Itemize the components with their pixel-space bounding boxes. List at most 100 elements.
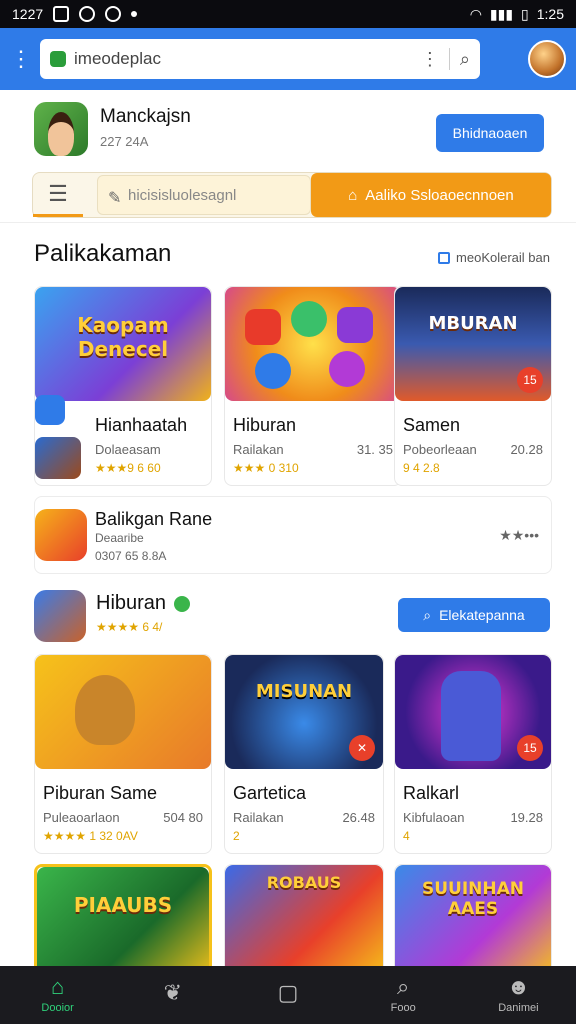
developer-name: Manckajsn [100,106,191,127]
featured-app-meta: 0307 65 8.8A [95,549,167,563]
search-icon[interactable]: ⌕ [460,49,470,70]
app-icon [35,437,81,479]
chat-icon [35,395,65,425]
featured-app-row[interactable]: Balikgan Rane Deaaribe 0307 65 8.8A ★★••… [34,496,552,574]
tab-active[interactable]: ⌂ Aaliko Ssloaoecnnoen [311,173,551,217]
tab-secondary[interactable]: ✎ hicisisluolesagnl [97,175,311,215]
app-card[interactable]: SUUINHAN AAES [394,864,552,966]
app-size: 20.28 [510,442,543,457]
app-size: 31. 35 [356,442,393,457]
nav-games[interactable]: ❦ [115,966,230,1024]
person-icon: ☻ [506,974,530,999]
app-card[interactable]: MBURAN 15 Samen Pobeorleaan 20.28 9 4 2.… [394,286,552,486]
app-size: 19.28 [510,810,543,825]
app-card[interactable]: Hiburan Railakan 31. 35 ★★★ 0 310 [224,286,402,486]
app-title: Samen [403,415,461,435]
app-title: Piburan Same [43,783,158,803]
see-more-link[interactable]: meoKolerail ban [438,250,550,265]
nav-search-label: Fooo [390,1002,416,1014]
overflow-menu-icon[interactable]: ⋮ [10,46,32,72]
rating-badge-icon: ✕ [349,735,375,761]
section-title: Palikakaman [34,240,172,267]
leaf-icon: ❦ [163,980,183,1005]
app-title: Hianhaatah [95,415,188,435]
app-meta: Kibfulaoan 19.28 [403,810,543,825]
install-button[interactable]: ⌕ Elekatepanna [398,598,550,632]
featured-app-title: Balikgan Rane [95,509,213,529]
search-bar[interactable]: imeodeplac ⋮ ⌕ [40,39,480,79]
app-card[interactable]: 15 Ralkarl Kibfulaoan 19.28 4 [394,654,552,854]
status-time: 1227 [12,6,44,22]
app-card[interactable]: PIAAUBS [34,864,212,966]
app-card[interactable]: MISUNAN ✕ Gartetica Railakan 26.48 2 [224,654,384,854]
divider [0,222,576,223]
thumbnail-text: MBURAN [428,313,518,334]
app-card[interactable]: Piburan Same Puleaoarlaon 504 80 ★★★★ 1 … [34,654,212,854]
more-icon[interactable]: ★★••• [499,527,539,544]
rating-badge-icon: 15 [517,367,543,393]
app-meta: Dolaeasam [95,442,203,457]
app-category: Kibfulaoan [403,810,465,825]
app-category: Railakan [233,810,284,825]
app-category: Railakan [233,442,284,457]
gallery-icon [53,6,70,22]
app-thumbnail [225,287,401,401]
filter-tabs: ☰ ✎ hicisisluolesagnl ⌂ Aaliko Ssloaoecn… [32,172,552,218]
thumbnail-text: ROBAUS [266,873,342,892]
user-avatar[interactable] [528,40,566,78]
app-title: Gartetica [233,783,307,803]
featured-app-icon [35,509,87,561]
app-rating: ★★★ 0 310 [233,461,299,475]
nav-search[interactable]: ⌕ Fooo [346,966,461,1024]
square-icon [438,251,451,264]
app-thumbnail: ROBAUS [225,865,383,966]
app-category: Puleaoarlaon [43,810,120,825]
bell-icon: ⌂ [348,186,358,204]
signal-icon: ▮▮▮ [489,5,514,22]
app-meta: Railakan 26.48 [233,810,375,825]
app-meta: Railakan 31. 35 [233,442,393,457]
app-title: Hiburan [233,415,297,435]
app-thumbnail: PIAAUBS [37,867,209,966]
see-more-label: meoKolerail ban [456,250,550,265]
app-thumbnail: 15 [395,655,551,769]
thumbnail-text: PIAAUBS [73,893,173,917]
app-thumbnail: MISUNAN ✕ [225,655,383,769]
app-card[interactable]: ROBAUS [224,864,384,966]
share-icon[interactable]: ⋮ [421,49,439,70]
app-title: Ralkarl [403,783,460,803]
thumbnail-text: Kaopam Denecel [77,313,169,361]
app-rating: 4 [403,829,410,843]
notification-dot-icon [131,11,138,17]
site-lock-icon [50,51,66,67]
app-rating: 9 4 2.8 [403,461,440,475]
nav-apps[interactable]: ▢ [230,966,345,1024]
app-card[interactable]: Kaopam Denecel Hianhaatah Dolaeasam ★★★9… [34,286,212,486]
nav-profile[interactable]: ☻ Danimei [461,966,576,1024]
pen-icon: ✎ [108,190,122,207]
fb-icon [79,6,96,22]
nav-home[interactable]: ⌂ Dooior [0,966,115,1024]
search-input[interactable]: imeodeplac [74,49,421,69]
game-piece-icon [291,301,327,337]
robot-icon [441,671,501,761]
app-rating: 2 [233,829,240,843]
game-piece-icon [329,351,365,387]
featured-app-sub: Deaaribe [95,531,144,545]
nav-home-label: Dooior [41,1002,74,1014]
app-size: 26.48 [342,810,375,825]
install-label: Elekatepanna [439,607,525,623]
tab-secondary-label: hicisisluolesagnl [128,186,237,204]
app-thumbnail: Kaopam Denecel [35,287,211,401]
follow-button[interactable]: Bhidnaoaen [436,114,544,152]
developer-header: Manckajsn 227 24A Bhidnaoaen [34,102,544,158]
wifi-icon: ◠ [469,5,482,22]
tab-active-label: Aaliko Ssloaoecnnoen [365,186,514,204]
bottom-navigation: ⌂ Dooior ❦ ▢ ⌕ Fooo ☻ Danimei [0,966,576,1024]
app-row-rating: ★★★★ 6 4/ [96,620,163,634]
verified-icon [174,595,191,612]
nav-profile-label: Danimei [498,1002,539,1014]
status-clock: 1:25 [536,6,564,22]
thumbnail-text: MISUNAN [255,681,353,702]
hamburger-icon[interactable]: ☰ [33,173,83,217]
